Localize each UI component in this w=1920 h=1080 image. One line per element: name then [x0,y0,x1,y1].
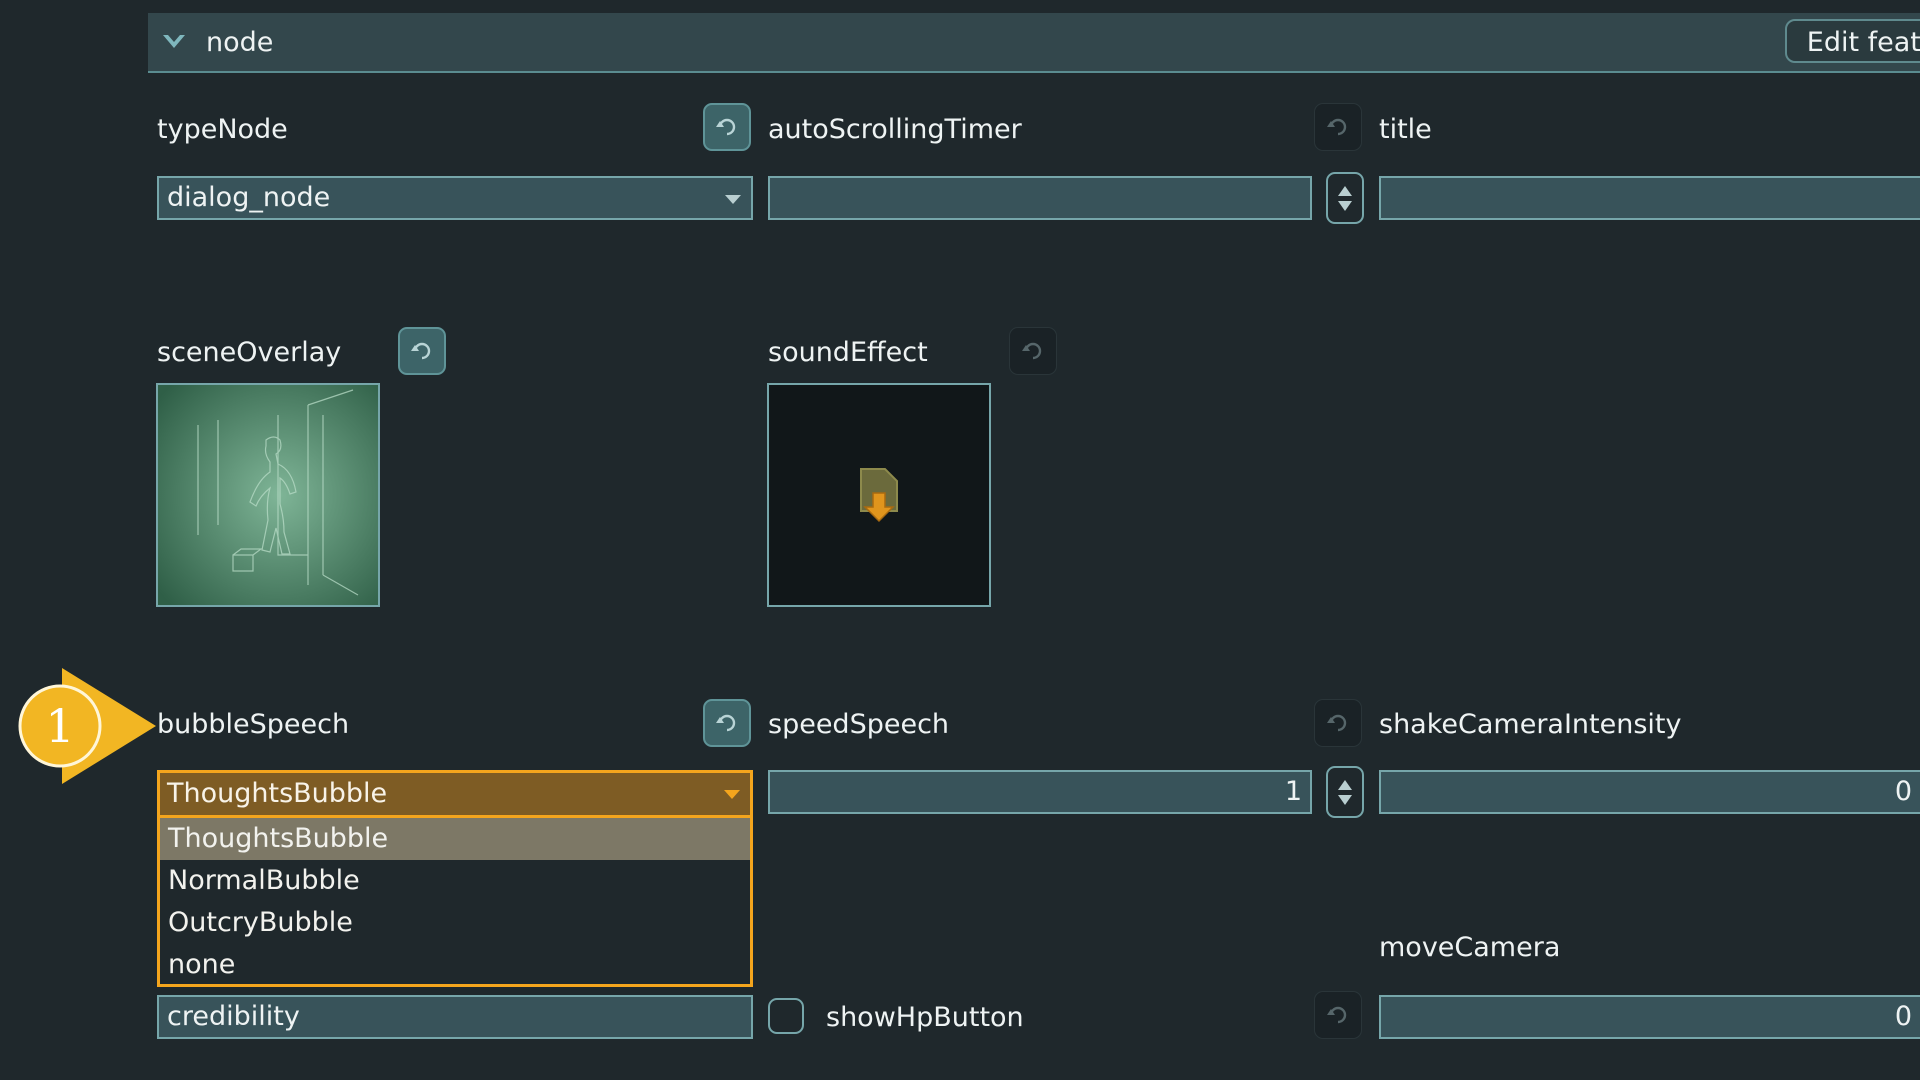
typenode-select[interactable]: dialog_node [157,176,753,220]
autoscrollingtimer-stepper[interactable] [1326,172,1364,224]
soundeffect-reset-button[interactable] [1009,327,1057,375]
scene-illustration [158,385,378,605]
sceneoverlay-image[interactable] [156,383,380,607]
soundeffect-label: soundEffect [768,337,928,368]
edit-features-button[interactable]: Edit featu [1784,19,1920,63]
soundeffect-dropzone[interactable] [767,383,991,607]
credibility-input[interactable]: credibility [157,995,753,1039]
undo-icon [1327,118,1347,136]
shakecameraintensity-input[interactable]: 0 [1379,770,1920,814]
chevron-down-icon [724,790,740,799]
speedspeech-reset-button[interactable] [1314,699,1362,747]
callout-number: 1 [45,699,74,753]
typenode-value: dialog_node [167,182,331,213]
option-outcrybubble[interactable]: OutcryBubble [160,902,750,944]
bubblespeech-label: bubbleSpeech [157,709,350,740]
movecamera-reset-button[interactable] [1314,991,1362,1039]
bubblespeech-options-list: ThoughtsBubble NormalBubble OutcryBubble… [157,818,753,987]
autoscrollingtimer-label: autoScrollingTimer [768,114,1022,145]
typenode-label: typeNode [157,114,288,145]
movecamera-input[interactable]: 0 [1379,995,1920,1039]
undo-icon [1022,342,1042,360]
bubblespeech-select[interactable]: ThoughtsBubble [157,770,753,818]
speedspeech-label: speedSpeech [768,709,950,740]
movecamera-label: moveCamera [1379,932,1561,963]
chevron-down-icon[interactable] [160,28,188,56]
undo-icon [716,714,736,732]
node-section-header[interactable]: node Edit featu [148,13,1920,73]
typenode-reset-button[interactable] [703,103,751,151]
speedspeech-stepper[interactable] [1326,766,1364,818]
title-label: title [1379,114,1432,145]
showhpbutton-label: showHpButton [826,1002,1024,1033]
step-callout-marker: 1 [18,668,156,784]
chevron-down-icon [725,195,741,204]
sceneoverlay-label: sceneOverlay [157,337,342,368]
undo-icon [716,118,736,136]
section-title: node [206,27,274,58]
showhpbutton-checkbox[interactable] [768,998,804,1034]
shakecameraintensity-label: shakeCameraIntensity [1379,709,1682,740]
title-input[interactable] [1379,176,1920,220]
option-none[interactable]: none [160,944,750,986]
speedspeech-input[interactable]: 1 [768,770,1312,814]
autoscrollingtimer-input[interactable] [768,176,1312,220]
option-thoughtsbubble[interactable]: ThoughtsBubble [160,818,750,860]
bubblespeech-reset-button[interactable] [703,699,751,747]
undo-icon [411,342,431,360]
bubblespeech-value: ThoughtsBubble [167,778,388,809]
undo-icon [1327,1006,1347,1024]
file-download-icon [860,468,898,523]
autoscrollingtimer-reset-button[interactable] [1314,103,1362,151]
undo-icon [1327,714,1347,732]
option-normalbubble[interactable]: NormalBubble [160,860,750,902]
sceneoverlay-reset-button[interactable] [398,327,446,375]
